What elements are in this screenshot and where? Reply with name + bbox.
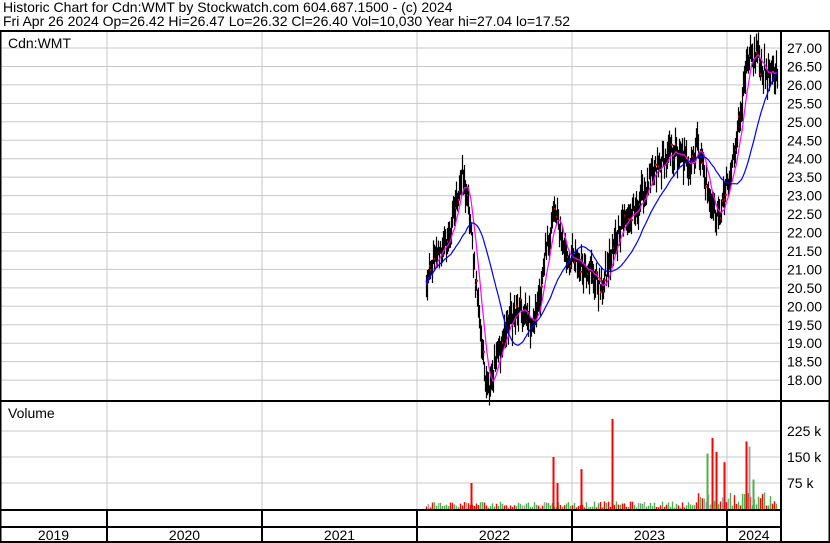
price-tick-label: 25.50 [787, 95, 822, 111]
price-tick-label: 21.00 [787, 261, 822, 277]
price-tick-label: 21.50 [787, 243, 822, 259]
price-bar-tick [541, 285, 543, 288]
price-tick-label: 18.50 [787, 354, 822, 370]
price-tick-label: 20.00 [787, 298, 822, 314]
grid: 2019 2020 2021 2022 2023 2024 18.00 18.50 19.00 1… [0, 31, 822, 543]
chart-border [0, 30, 830, 543]
price-tick-label: 22.00 [787, 225, 822, 241]
price-bar-tick [655, 163, 657, 166]
price-panel-label: Cdn:WMT [8, 35, 71, 51]
price-tick-label: 19.00 [787, 335, 822, 351]
volume-tick-label: 150 k [787, 449, 822, 465]
price-tick-label: 23.00 [787, 188, 822, 204]
price-tick-label: 18.00 [787, 372, 822, 388]
price-tick-label: 26.50 [787, 58, 822, 74]
year-label: 2024 [738, 527, 769, 543]
price-tick-label: 20.50 [787, 280, 822, 296]
price-bar-tick [580, 270, 582, 273]
price-tick-label: 25.00 [787, 114, 822, 130]
volume-tick-label: 75 k [787, 475, 814, 491]
price-tick-label: 27.00 [787, 40, 822, 56]
year-label: 2022 [479, 527, 510, 543]
year-label: 2023 [634, 527, 665, 543]
price-tick-label: 24.00 [787, 151, 822, 167]
price-tick-label: 24.50 [787, 132, 822, 148]
price-bar-tick [476, 279, 478, 282]
price-bar-tick [671, 143, 673, 146]
price-bar-tick [600, 291, 602, 294]
volume-panel-label: Volume [8, 405, 55, 421]
price-bar-tick [483, 350, 485, 353]
volume-tick-label: 225 k [787, 423, 822, 439]
price-bar-tick [604, 279, 606, 282]
year-label: 2021 [324, 527, 355, 543]
price-tick-label: 26.00 [787, 77, 822, 93]
price-tick-label: 22.50 [787, 206, 822, 222]
year-label: 2020 [169, 527, 200, 543]
price-bar-tick [705, 185, 707, 188]
frame [0, 30, 830, 543]
stock-chart: 2019 2020 2021 2022 2023 2024 18.00 18.50 19.00 1… [0, 30, 830, 543]
price-tick-label: 19.50 [787, 317, 822, 333]
price-bar-tick [725, 193, 727, 196]
year-label: 2019 [38, 527, 69, 543]
price-tick-label: 23.50 [787, 169, 822, 185]
